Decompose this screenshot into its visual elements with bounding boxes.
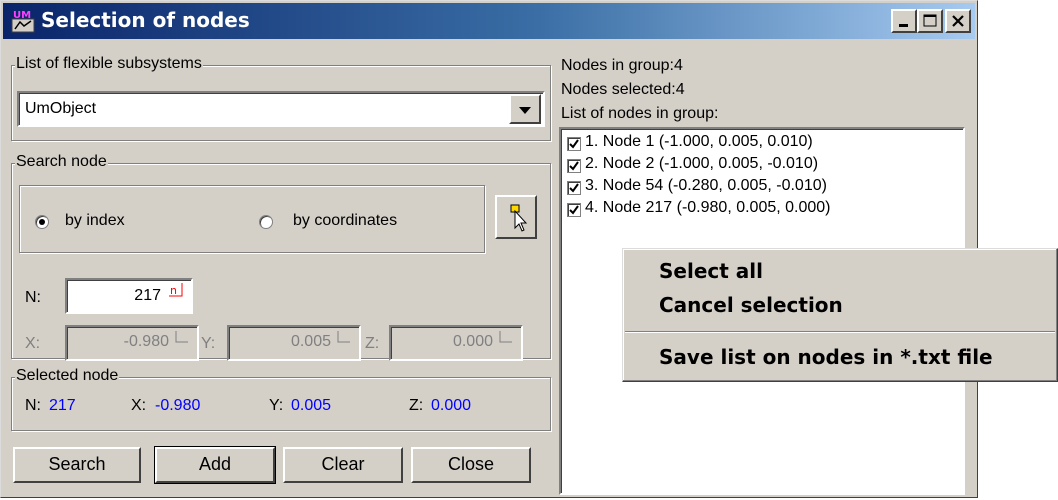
list-of-nodes-label: List of nodes in group: [561,105,719,122]
selected-z-label: Z: [409,397,424,414]
pick-node-button[interactable] [495,195,537,239]
y-input-value: 0.005 [290,333,331,350]
selected-n-label: N: [25,397,41,414]
pointer-pick-icon [510,204,528,232]
selected-node-group-label: Selected node [15,367,120,385]
z-input[interactable]: 0.000 [389,325,523,361]
n-label: N: [25,289,41,306]
maximize-icon [923,14,937,27]
minimize-icon [899,24,908,27]
nodes-selected-text: Nodes selected:4 [561,81,685,98]
z-label: Z: [365,335,380,352]
coord-marker-icon [499,331,512,343]
chevron-down-icon [519,107,531,114]
subsystem-select-value: UmObject [25,100,97,117]
x-label: X: [25,335,41,352]
checkmark-icon [569,183,579,193]
by-index-label[interactable]: by index [65,212,125,230]
list-item[interactable]: 2. Node 2 (-1.000, 0.005, -0.010) [585,155,818,173]
list-item[interactable]: 1. Node 1 (-1.000, 0.005, 0.010) [585,133,813,151]
by-coordinates-radio[interactable] [259,215,273,229]
close-button[interactable]: Close [411,447,531,483]
menu-item-cancel-selection[interactable]: Cancel selection [659,293,843,317]
selected-n-value: 217 [49,397,76,414]
by-coordinates-label[interactable]: by coordinates [293,212,397,230]
svg-text:UM: UM [13,10,31,21]
search-button[interactable]: Search [13,447,141,483]
app-icon: UM [11,10,35,33]
close-icon [952,15,964,27]
context-menu: Select all Cancel selection Save list on… [622,248,1058,382]
checkmark-icon [569,205,579,215]
by-index-radio[interactable] [35,215,49,229]
node-1-checkbox[interactable] [567,137,581,151]
selected-y-value: 0.005 [291,397,332,414]
checkmark-icon [569,161,579,171]
selected-z-value: 0.000 [431,397,472,414]
menu-item-select-all[interactable]: Select all [659,259,763,283]
coord-marker-icon [337,331,350,343]
add-button[interactable]: Add [154,446,276,484]
node-2-checkbox[interactable] [567,159,581,173]
minimize-button[interactable] [891,9,917,33]
menu-separator [625,331,1055,333]
y-input[interactable]: 0.005 [227,325,361,361]
title-bar[interactable]: UM Selection of nodes [3,3,975,39]
selected-y-label: Y: [269,397,284,414]
subsystem-dropdown-button[interactable] [509,94,541,124]
search-node-group-label: Search node [15,153,108,171]
x-input[interactable]: -0.980 [65,325,199,361]
node-3-checkbox[interactable] [567,181,581,195]
selected-x-value: -0.980 [155,397,201,414]
svg-text:n: n [170,284,177,297]
list-item[interactable]: 4. Node 217 (-0.980, 0.005, 0.000) [585,199,831,217]
n-input-value: 217 [134,287,161,304]
y-label: Y: [201,335,216,352]
maximize-button[interactable] [917,9,943,33]
menu-item-save-list[interactable]: Save list on nodes in *.txt file [659,345,993,369]
nodes-in-group-text: Nodes in group:4 [561,57,683,74]
n-input[interactable]: 217 n [65,278,193,314]
window-title: Selection of nodes [41,8,250,32]
x-input-value: -0.980 [123,333,169,350]
subsystem-select[interactable]: UmObject [17,91,545,127]
list-item[interactable]: 3. Node 54 (-0.280, 0.005, -0.010) [585,177,827,195]
close-window-button[interactable] [945,9,971,33]
node-4-checkbox[interactable] [567,203,581,217]
selected-x-label: X: [131,397,147,414]
coord-marker-icon [175,331,188,343]
subsystems-group-label: List of flexible subsystems [15,55,203,73]
checkmark-icon [569,139,579,149]
z-input-value: 0.000 [452,333,493,350]
index-marker-icon: n [169,283,183,297]
clear-button[interactable]: Clear [283,447,403,483]
